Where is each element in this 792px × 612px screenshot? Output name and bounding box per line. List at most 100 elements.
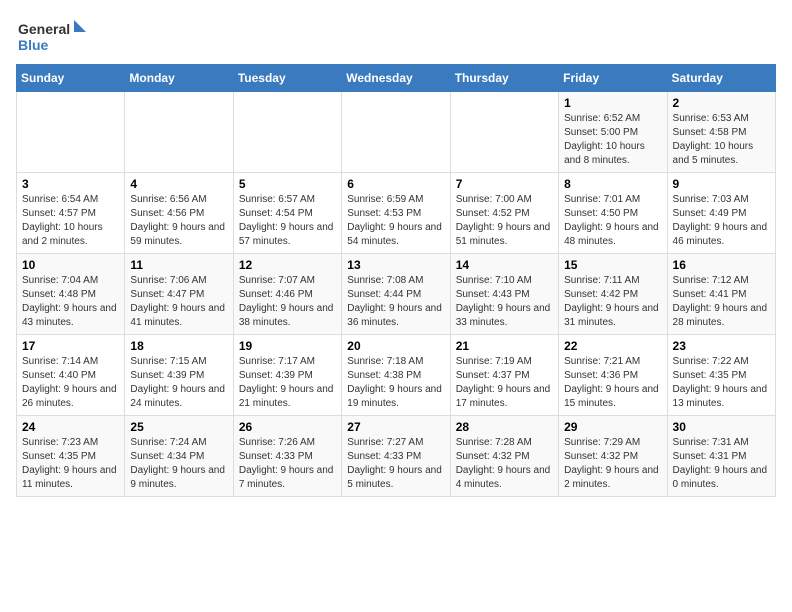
calendar-cell: 26Sunrise: 7:26 AM Sunset: 4:33 PM Dayli… [233,416,341,497]
day-number: 28 [456,420,553,434]
day-number: 25 [130,420,227,434]
day-info: Sunrise: 7:07 AM Sunset: 4:46 PM Dayligh… [239,274,336,330]
day-info: Sunrise: 7:23 AM Sunset: 4:35 PM Dayligh… [22,436,119,492]
week-row-3: 10 Sunrise: 7:04 AM Sunset: 4:48 PM Dayli… [17,254,776,335]
week-row-1: 1Sunrise: 6:52 AM Sunset: 5:00 PM Daylig… [17,92,776,173]
day-info: Sunrise: 7:27 AM Sunset: 4:33 PM Dayligh… [347,436,444,492]
day-info: Sunrise: 7:26 AM Sunset: 4:33 PM Dayligh… [239,436,336,492]
week-row-2: 3 Sunrise: 6:54 AM Sunset: 4:57 PM Daylig… [17,173,776,254]
calendar-cell: 15Sunrise: 7:11 AM Sunset: 4:42 PM Dayli… [559,254,667,335]
calendar-cell [233,92,341,173]
calendar-cell: 23 Sunrise: 7:22 AM Sunset: 4:35 PM Dayli… [667,335,775,416]
day-number: 12 [239,258,336,272]
day-number: 23 [673,339,770,353]
day-number: 21 [456,339,553,353]
week-row-5: 24 Sunrise: 7:23 AM Sunset: 4:35 PM Dayli… [17,416,776,497]
day-info: Sunrise: 7:04 AM Sunset: 4:48 PM Dayligh… [22,274,119,330]
day-info: Sunrise: 7:29 AM Sunset: 4:32 PM Dayligh… [564,436,661,492]
calendar-cell: 24 Sunrise: 7:23 AM Sunset: 4:35 PM Dayli… [17,416,125,497]
day-info: Sunrise: 7:18 AM Sunset: 4:38 PM Dayligh… [347,355,444,411]
calendar-cell: 21 Sunrise: 7:19 AM Sunset: 4:37 PM Dayli… [450,335,558,416]
svg-text:Blue: Blue [18,37,49,53]
day-info: Sunrise: 7:22 AM Sunset: 4:35 PM Dayligh… [673,355,770,411]
calendar-cell: 6 Sunrise: 6:59 AM Sunset: 4:53 PM Daylig… [342,173,450,254]
day-info: Sunrise: 7:11 AM Sunset: 4:42 PM Dayligh… [564,274,661,330]
column-header-tuesday: Tuesday [233,65,341,92]
day-number: 27 [347,420,444,434]
calendar-cell: 10 Sunrise: 7:04 AM Sunset: 4:48 PM Dayli… [17,254,125,335]
day-number: 10 [22,258,119,272]
day-number: 9 [673,177,770,191]
day-info: Sunrise: 7:19 AM Sunset: 4:37 PM Dayligh… [456,355,553,411]
day-number: 7 [456,177,553,191]
day-info: Sunrise: 7:08 AM Sunset: 4:44 PM Dayligh… [347,274,444,330]
day-info: Sunrise: 7:31 AM Sunset: 4:31 PM Dayligh… [673,436,770,492]
calendar-cell: 20 Sunrise: 7:18 AM Sunset: 4:38 PM Dayli… [342,335,450,416]
calendar-cell: 5 Sunrise: 6:57 AM Sunset: 4:54 PM Daylig… [233,173,341,254]
day-number: 30 [673,420,770,434]
day-number: 5 [239,177,336,191]
day-number: 18 [130,339,227,353]
day-info: Sunrise: 7:14 AM Sunset: 4:40 PM Dayligh… [22,355,119,411]
column-header-saturday: Saturday [667,65,775,92]
day-info: Sunrise: 7:01 AM Sunset: 4:50 PM Dayligh… [564,193,661,249]
logo-svg: GeneralBlue [16,16,86,56]
calendar-cell: 14Sunrise: 7:10 AM Sunset: 4:43 PM Dayli… [450,254,558,335]
day-number: 20 [347,339,444,353]
day-info: Sunrise: 6:54 AM Sunset: 4:57 PM Dayligh… [22,193,119,249]
calendar-cell: 17 Sunrise: 7:14 AM Sunset: 4:40 PM Dayli… [17,335,125,416]
day-number: 19 [239,339,336,353]
calendar-table: SundayMondayTuesdayWednesdayThursdayFrid… [16,64,776,497]
day-number: 2 [673,96,770,110]
day-info: Sunrise: 6:53 AM Sunset: 4:58 PM Dayligh… [673,112,770,168]
calendar-cell: 18 Sunrise: 7:15 AM Sunset: 4:39 PM Dayli… [125,335,233,416]
calendar-cell: 30 Sunrise: 7:31 AM Sunset: 4:31 PM Dayli… [667,416,775,497]
day-number: 11 [130,258,227,272]
calendar-header-row: SundayMondayTuesdayWednesdayThursdayFrid… [17,65,776,92]
day-info: Sunrise: 7:00 AM Sunset: 4:52 PM Dayligh… [456,193,553,249]
day-info: Sunrise: 6:57 AM Sunset: 4:54 PM Dayligh… [239,193,336,249]
day-number: 13 [347,258,444,272]
week-row-4: 17 Sunrise: 7:14 AM Sunset: 4:40 PM Dayli… [17,335,776,416]
calendar-cell: 2 Sunrise: 6:53 AM Sunset: 4:58 PM Daylig… [667,92,775,173]
calendar-cell: 19 Sunrise: 7:17 AM Sunset: 4:39 PM Dayli… [233,335,341,416]
day-number: 8 [564,177,661,191]
calendar-cell: 29 Sunrise: 7:29 AM Sunset: 4:32 PM Dayli… [559,416,667,497]
calendar-cell: 11 Sunrise: 7:06 AM Sunset: 4:47 PM Dayli… [125,254,233,335]
day-number: 3 [22,177,119,191]
day-number: 22 [564,339,661,353]
calendar-cell: 25 Sunrise: 7:24 AM Sunset: 4:34 PM Dayli… [125,416,233,497]
calendar-cell: 13 Sunrise: 7:08 AM Sunset: 4:44 PM Dayli… [342,254,450,335]
day-info: Sunrise: 7:15 AM Sunset: 4:39 PM Dayligh… [130,355,227,411]
day-number: 6 [347,177,444,191]
calendar-cell: 4Sunrise: 6:56 AM Sunset: 4:56 PM Daylig… [125,173,233,254]
day-number: 14 [456,258,553,272]
day-info: Sunrise: 7:24 AM Sunset: 4:34 PM Dayligh… [130,436,227,492]
day-number: 4 [130,177,227,191]
day-info: Sunrise: 7:03 AM Sunset: 4:49 PM Dayligh… [673,193,770,249]
column-header-friday: Friday [559,65,667,92]
day-info: Sunrise: 7:21 AM Sunset: 4:36 PM Dayligh… [564,355,661,411]
calendar-cell: 1Sunrise: 6:52 AM Sunset: 5:00 PM Daylig… [559,92,667,173]
calendar-cell: 12 Sunrise: 7:07 AM Sunset: 4:46 PM Dayli… [233,254,341,335]
calendar-cell [17,92,125,173]
calendar-cell: 27 Sunrise: 7:27 AM Sunset: 4:33 PM Dayli… [342,416,450,497]
calendar-cell: 28 Sunrise: 7:28 AM Sunset: 4:32 PM Dayli… [450,416,558,497]
day-number: 29 [564,420,661,434]
logo: GeneralBlue [16,16,86,56]
column-header-monday: Monday [125,65,233,92]
calendar-cell [342,92,450,173]
column-header-wednesday: Wednesday [342,65,450,92]
calendar-cell: 7 Sunrise: 7:00 AM Sunset: 4:52 PM Daylig… [450,173,558,254]
calendar-cell: 16Sunrise: 7:12 AM Sunset: 4:41 PM Dayli… [667,254,775,335]
day-number: 17 [22,339,119,353]
column-header-thursday: Thursday [450,65,558,92]
day-info: Sunrise: 7:28 AM Sunset: 4:32 PM Dayligh… [456,436,553,492]
day-info: Sunrise: 7:06 AM Sunset: 4:47 PM Dayligh… [130,274,227,330]
day-info: Sunrise: 7:17 AM Sunset: 4:39 PM Dayligh… [239,355,336,411]
day-number: 16 [673,258,770,272]
day-info: Sunrise: 6:59 AM Sunset: 4:53 PM Dayligh… [347,193,444,249]
calendar-cell [125,92,233,173]
header: GeneralBlue [16,16,776,56]
day-number: 24 [22,420,119,434]
